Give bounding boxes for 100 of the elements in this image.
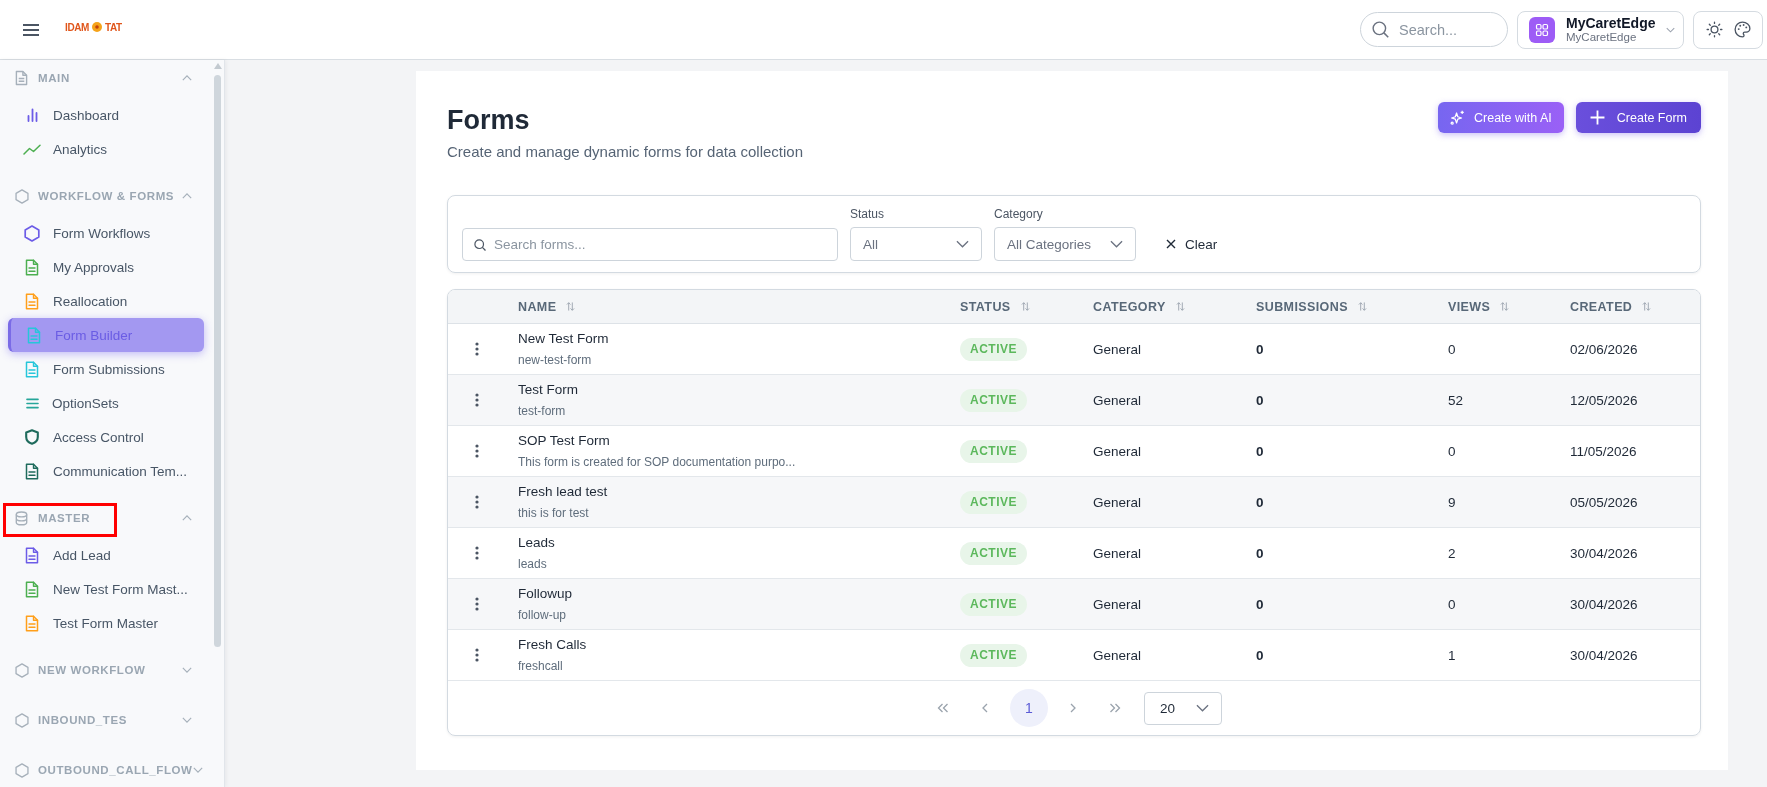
table-cell: 0 [1256,596,1264,612]
table-cell: 30/04/2026 [1570,647,1638,663]
sidebar-item[interactable]: Analytics [8,132,204,166]
sidebar-item[interactable]: Communication Tem... [8,454,204,488]
status-badge: ACTIVE [960,592,1027,616]
more-options-icon[interactable] [475,597,479,611]
sidebar-item[interactable]: New Test Form Mast... [8,572,204,606]
table-cell: 12/05/2026 [1570,392,1638,408]
form-slug: test-form [518,403,567,419]
organization-subtitle: MyCaretEdge [1566,30,1637,45]
organization-name: MyCaretEdge [1566,14,1656,31]
chevron-down-icon [1666,26,1676,33]
field-label: Category [994,207,1044,222]
status-badge: ACTIVE [960,643,1027,667]
sidebar-item[interactable]: Add Lead [8,538,204,572]
create-with-ai-button[interactable]: Create with AI [1438,102,1564,133]
form-slug: leads [518,556,548,572]
form-slug: freshcall [518,658,564,674]
category-dropdown[interactable]: All Categories [994,227,1136,261]
chevron-down-icon [1110,240,1123,248]
column-header[interactable]: SUBMISSIONS [1256,299,1367,314]
table-cell: General [1093,443,1142,459]
table-cell: 02/06/2026 [1570,341,1638,357]
table-cell: General [1093,341,1142,357]
table-cell: 30/04/2026 [1570,545,1638,561]
sort-icon [1642,302,1652,311]
form-name: Fresh Calls [518,636,587,654]
grid-app-icon [1529,16,1555,43]
more-options-icon[interactable] [475,648,479,662]
sort-icon [566,302,576,311]
column-header[interactable]: VIEWS [1448,299,1510,314]
table-cell: 9 [1448,494,1456,510]
previous-page-icon[interactable] [982,703,988,713]
sort-icon [1500,302,1510,311]
hexagon-icon [15,762,29,778]
sidebar-item[interactable]: Form Submissions [8,352,204,386]
table-cell: 0 [1448,596,1456,612]
form-name: Fresh lead test [518,483,608,501]
more-options-icon[interactable] [475,342,479,356]
form-slug: This form is created for SOP documentation purpo... [518,454,796,470]
hexagon-icon [15,662,29,678]
hexagon-icon [15,188,29,204]
table-cell: 0 [1256,392,1264,408]
more-options-icon[interactable] [475,444,479,458]
form-slug: this is for test [518,505,590,521]
column-header[interactable]: STATUS [960,299,1030,314]
chevron-down-icon [956,240,969,248]
status-dropdown[interactable]: All [850,227,982,261]
table-cell: 2 [1448,545,1456,561]
column-header[interactable]: NAME [518,299,576,314]
status-badge: ACTIVE [960,541,1027,565]
sidebar-item[interactable]: Access Control [8,420,204,454]
sidebar-item[interactable]: My Approvals [8,250,204,284]
sparkles-icon [1450,110,1465,125]
table-cell: 0 [1256,494,1264,510]
search-field[interactable]: Search... [1360,12,1508,47]
table-cell: General [1093,392,1142,408]
field-label: Status [850,207,886,222]
table-cell: 0 [1448,443,1456,459]
table-cell: General [1093,545,1142,561]
status-badge: ACTIVE [960,439,1027,463]
column-header[interactable]: CREATED [1570,299,1652,314]
organization-switcher[interactable]: MyCaretEdge MyCaretEdge [1517,10,1684,49]
close-icon [1166,239,1176,249]
sort-icon [1357,302,1367,311]
table-cell: 0 [1256,647,1264,663]
search-icon [474,239,486,251]
column-header[interactable]: CATEGORY [1093,299,1185,314]
page-size-dropdown[interactable]: 20 [1144,691,1222,725]
clear-button[interactable]: Clear [1166,227,1218,261]
database-icon [15,510,28,526]
form-name: Test Form [518,381,578,399]
page-button[interactable]: 1 [1010,689,1048,727]
hexagon-icon [15,712,29,728]
palette-icon[interactable] [1733,21,1751,38]
sidebar-item[interactable]: Test Form Master [8,606,204,640]
table-cell: 11/05/2026 [1570,443,1637,459]
document-icon [15,70,28,86]
table-cell: General [1093,494,1142,510]
more-options-icon[interactable] [475,546,479,560]
table-cell: General [1093,596,1142,612]
status-badge: ACTIVE [960,490,1027,514]
sidebar-item[interactable]: Dashboard [8,98,204,132]
table-cell: 0 [1256,545,1264,561]
menu-icon[interactable] [23,23,39,36]
sidebar-item[interactable]: Reallocation [8,284,204,318]
search-field[interactable]: Search forms... [462,228,838,261]
more-options-icon[interactable] [475,393,479,407]
sidebar-item[interactable]: Form Workflows [8,216,204,250]
sidebar-item[interactable]: OptionSets [8,386,204,420]
table-cell: 52 [1448,392,1464,408]
form-slug: follow-up [518,607,568,623]
table-cell: 1 [1448,647,1456,663]
status-badge: ACTIVE [960,388,1027,412]
sort-icon [1175,302,1185,311]
create-form-button[interactable]: Create Form [1575,102,1701,133]
more-options-icon[interactable] [475,495,479,509]
next-page-icon[interactable] [1070,703,1076,713]
scrollbar-thumb[interactable] [214,75,221,647]
sun-icon[interactable] [1705,21,1723,38]
